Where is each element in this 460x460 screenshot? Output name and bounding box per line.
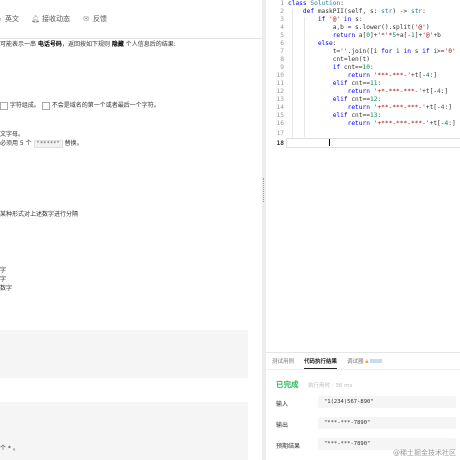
code-line: def maskPII(self, s: str) -> str: (302, 8, 426, 15)
text: 替换。 (62, 140, 83, 147)
line-number: 2 (280, 8, 284, 15)
line-number: 1 (280, 0, 284, 7)
line-number: 10 (276, 72, 284, 79)
problem-description-pane: ▭ 英文 🔔︎ 接收动态 ✉ 反馈 可能表示一串 电话号码，返回按如下规则 隐藏… (0, 0, 262, 460)
code-line: elif cnt==11: (332, 80, 382, 87)
description-line: 字 (0, 276, 7, 283)
line-number: 8 (280, 56, 284, 63)
code-box-icon (0, 101, 8, 110)
runtime-label: 执行用时 : 36 ms (308, 383, 353, 389)
input-label: 输入 (276, 401, 289, 408)
feedback-icon: ✉ (83, 15, 89, 23)
text: 必须用 5 个 (0, 140, 34, 147)
text: 可能表示一串 (0, 41, 38, 48)
description-line: 文字母。 (0, 131, 25, 138)
result-tabs: 测试用例 代码执行结果 调试器 🔒︎ (266, 353, 460, 370)
line-number: 5 (280, 32, 284, 39)
code-line: if '@' in s: (317, 16, 363, 23)
run-status: 已完成 (276, 380, 299, 389)
description-line: 字符组成。 不会是域名的第一个或者最后一个字符。 (0, 101, 160, 110)
expected-label: 预期结果 (276, 443, 301, 450)
example-block (0, 330, 248, 378)
translate-icon: ▭ (0, 15, 2, 23)
code-line: else: (317, 40, 337, 47)
line-number: 13 (276, 96, 284, 103)
output-value: "***-***-7890" (318, 417, 456, 429)
text-cursor (329, 139, 330, 146)
badge (370, 359, 383, 363)
output-label: 输出 (276, 422, 289, 429)
code-line: elif cnt==12: (332, 96, 382, 103)
bell-icon: 🔔︎ (31, 15, 40, 23)
inline-code: "*****" (33, 140, 63, 148)
tab-feedback[interactable]: ✉ 反馈 (82, 14, 107, 24)
code-editor[interactable]: 1 class Solution: 2 def maskPII(self, s:… (266, 0, 460, 150)
description-line: 数字 (0, 285, 13, 292)
lock-icon: 🔒︎ (365, 357, 369, 365)
code-line: return a[0]+'*'*5+a[-1]+'@'+b (332, 32, 441, 39)
text: 字符组成。 (9, 102, 40, 109)
description-line: 可能表示一串 电话号码，返回按如下规则 隐藏 个人信息后的结果: (0, 40, 176, 49)
tab-debugger-label: 调试器 (347, 358, 364, 365)
line-number: 12 (276, 88, 284, 95)
description-line: 某种形式对上述数字进行分隔 (0, 211, 79, 218)
line-number: 18 (276, 140, 284, 147)
description-toolbar: ▭ 英文 🔔︎ 接收动态 ✉ 反馈 (0, 0, 262, 39)
code-line: t=''.join([i for i in s if i>='0' and i<… (288, 48, 460, 55)
bold-text: 电话号码 (37, 41, 62, 48)
current-line-highlight (286, 138, 460, 148)
line-number: 6 (280, 40, 284, 47)
code-line: cnt=len(t) (288, 56, 370, 63)
line-number: 14 (276, 104, 284, 111)
description-line: 个 * 。 (0, 445, 19, 452)
result-panel: 测试用例 代码执行结果 调试器 🔒︎ 已完成 执行用时 : 36 ms 输入 "… (266, 352, 460, 460)
code-line: return '+*-***-***-'+t[-4:] (347, 88, 449, 95)
text: 个人信息后的结果: (123, 41, 176, 48)
bold-text: 隐藏 (111, 41, 124, 48)
tab-debugger[interactable]: 调试器 🔒︎ (347, 357, 383, 366)
code-line: if cnt==10: (332, 64, 374, 71)
line-number: 15 (276, 112, 284, 119)
code-line: return '+***-***-***-'+t[-4:] (347, 120, 456, 127)
tab-run-result[interactable]: 代码执行结果 (304, 357, 338, 369)
example-block (0, 402, 248, 460)
description-line: 必须用 5 个 "*****" 替换。 (0, 139, 83, 149)
code-line: a,b = s.lower().split('@') (288, 24, 430, 31)
code-box-icon (41, 101, 50, 110)
tab-english-label: 英文 (5, 15, 19, 23)
line-number: 17 (276, 130, 284, 137)
line-number: 9 (280, 64, 284, 71)
tab-feedback-label: 反馈 (93, 15, 107, 23)
code-line: elif cnt==13: (332, 112, 382, 119)
text: 不会是域名的第一个或者最后一个字符。 (51, 102, 160, 109)
tab-english[interactable]: ▭ 英文 (0, 14, 19, 24)
line-number: 3 (280, 16, 284, 23)
line-number: 7 (280, 48, 284, 55)
code-line: class Solution: (288, 0, 344, 7)
text: ，返回按如下规则 (61, 41, 112, 48)
line-number: 4 (280, 24, 284, 31)
code-line: return '***-***-'+t[-4:] (347, 72, 438, 79)
line-number: 16 (276, 120, 284, 127)
editor-pane: 1 class Solution: 2 def maskPII(self, s:… (266, 0, 460, 460)
code-line: return '+**-***-***-'+t[-4:] (347, 104, 452, 111)
description-line: 字 (0, 267, 7, 274)
tab-testcases[interactable]: 测试用例 (272, 357, 294, 365)
input-value: "1(234)567-890" (318, 396, 456, 408)
line-number: 11 (276, 80, 284, 87)
tab-notifications-label: 接收动态 (42, 15, 70, 23)
watermark: @稀土掘金技术社区 (393, 449, 456, 457)
tab-notifications[interactable]: 🔔︎ 接收动态 (31, 14, 70, 24)
